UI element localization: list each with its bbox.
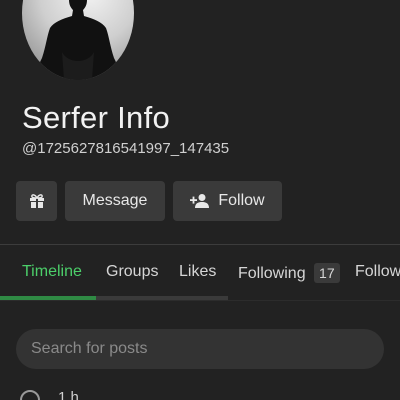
message-button[interactable]: Message — [65, 181, 165, 221]
message-button-label: Message — [82, 192, 148, 209]
person-add-icon — [190, 193, 210, 209]
tab-likes[interactable]: Likes — [179, 263, 216, 281]
tab-likes-label: Likes — [179, 263, 217, 280]
tab-timeline-label: Timeline — [22, 263, 82, 280]
divider — [0, 300, 400, 301]
profile-page: Serfer Info @1725627816541997_147435 Mes… — [0, 0, 400, 400]
post-author-avatar-icon[interactable] — [20, 390, 40, 400]
follow-button-label: Follow — [218, 192, 265, 209]
avatar[interactable] — [22, 0, 134, 80]
profile-tabs: Timeline Groups Likes Following 17 Follo… — [0, 245, 400, 297]
tab-followers-label: Follow — [355, 263, 400, 280]
gift-icon — [29, 193, 45, 209]
tab-followers[interactable]: Follow — [355, 263, 400, 281]
tab-groups-label: Groups — [106, 263, 159, 280]
tab-groups[interactable]: Groups — [106, 263, 158, 281]
tab-following-label: Following — [238, 265, 306, 282]
search-input[interactable] — [16, 329, 384, 369]
tab-following[interactable]: Following 17 — [238, 263, 340, 283]
user-handle: @1725627816541997_147435 — [22, 140, 230, 157]
display-name: Serfer Info — [22, 100, 171, 135]
person-silhouette-icon — [36, 0, 120, 80]
tab-timeline[interactable]: Timeline — [22, 263, 82, 281]
gift-button[interactable] — [16, 181, 57, 221]
follow-button[interactable]: Follow — [173, 181, 282, 221]
post-timestamp: 1 h — [58, 389, 79, 400]
following-count-badge: 17 — [314, 263, 340, 283]
